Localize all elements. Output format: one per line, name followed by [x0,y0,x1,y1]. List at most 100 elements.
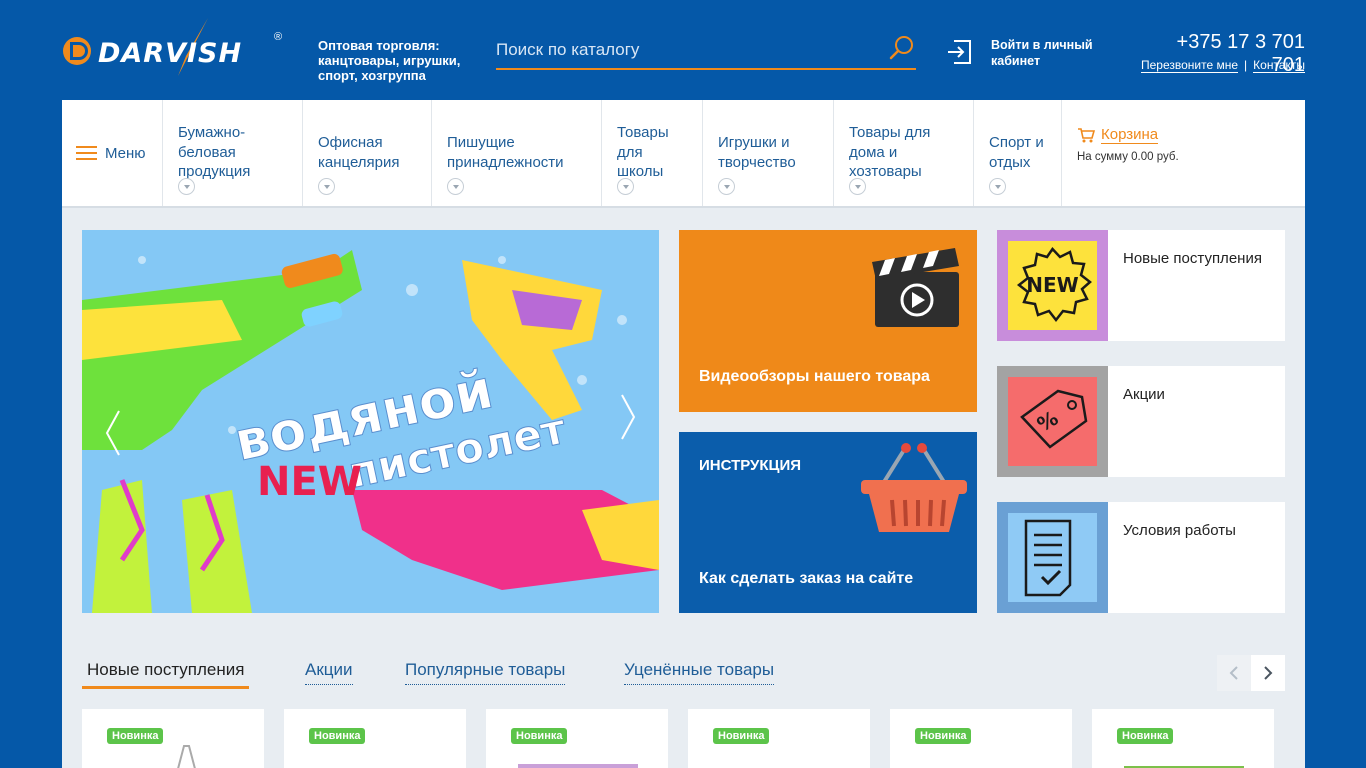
nav-item-label: канцелярия [318,153,400,171]
product-card[interactable]: Новинка [688,709,870,768]
tab-popular[interactable]: Популярные товары [405,660,566,685]
nav-item-office[interactable]: Офисная канцелярия [303,100,432,206]
product-image [1124,766,1244,768]
carousel-next-button[interactable] [1251,655,1285,691]
login-link[interactable]: Войти в личный кабинет [991,37,1101,69]
tab-promotions[interactable]: Акции [305,660,353,685]
chevron-down-icon[interactable] [617,178,634,195]
nav-item-label: продукция [178,163,251,180]
link-separator: | [1244,58,1248,72]
instruction-heading: ИНСТРУКЦИЯ [699,457,802,474]
product-image [518,764,638,768]
new-badge: Новинка [309,728,366,744]
nav-item-label: Бумажно- [178,124,246,141]
video-tile-caption: Видеообзоры нашего товара [699,368,930,385]
new-arrivals-label: Новые поступления [1123,250,1262,267]
product-carousel: Новинка Новинка Новинка Новинка Новинка … [82,709,1305,768]
registered-mark: ® [274,31,283,43]
chevron-down-icon[interactable] [718,178,735,195]
video-reviews-tile[interactable]: Видеообзоры нашего товара [679,230,977,412]
chevron-down-icon[interactable] [178,178,195,195]
cart-link[interactable]: Корзина [1077,126,1305,144]
login-label-line: кабинет [991,54,1041,68]
promotions-tile[interactable]: % Акции [997,366,1285,477]
chevron-down-icon[interactable] [849,178,866,195]
menu-button[interactable]: Меню [62,100,163,206]
tagline-line: Оптовая торговля: [318,38,440,53]
nav-item-label: дома и [849,143,898,161]
hamburger-icon [76,146,97,160]
new-badge-text: NEW [1026,273,1078,297]
nav-item-label: Пишущие [447,134,515,151]
product-image [922,744,1042,768]
chevron-down-icon[interactable] [318,178,335,195]
search-bar [496,30,916,70]
nav-item-label: хозтовары [849,163,922,180]
banner-new-label: NEW [257,459,362,505]
logo-text: DARVISH [98,38,243,69]
new-badge: Новинка [915,728,972,744]
promotions-label: Акции [1123,386,1165,403]
main-panel: Меню Бумажно- беловая продукция Офисная … [62,100,1305,768]
cart-widget: Корзина На сумму 0.00 руб. [1062,100,1305,206]
tab-new-arrivals[interactable]: Новые поступления [82,660,250,689]
tab-discounted[interactable]: Уценённые товары [624,660,775,685]
nav-item-label: Товары для [849,124,931,141]
nav-item-label: Спорт и [989,134,1044,151]
chevron-left-icon [1229,666,1238,680]
site-header: DARVISH ® Оптовая торговля: канцтовары, … [0,0,1366,100]
tagline-line: канцтовары, игрушки, [318,53,461,68]
product-image [177,745,196,768]
contacts-link[interactable]: Контакты [1253,58,1305,73]
instruction-caption: Как сделать заказ на сайте [699,570,914,587]
tagline: Оптовая торговля: канцтовары, игрушки, с… [318,38,488,83]
logo[interactable]: DARVISH ® [60,16,290,78]
chevron-down-icon[interactable] [989,178,1006,195]
new-badge: Новинка [713,728,770,744]
header-links: Перезвоните мне | Контакты [1100,58,1305,73]
nav-item-label: Офисная [318,134,383,151]
chevron-down-icon[interactable] [447,178,464,195]
order-instruction-tile[interactable]: ИНСТРУКЦИЯ Как сделать заказ на сайте [679,432,977,613]
nav-item-writing[interactable]: Пишущие принадлежности [432,100,602,206]
tagline-line: спорт, хозгруппа [318,68,426,83]
product-image [720,744,840,768]
nav-item-label: беловая [178,143,236,161]
search-input[interactable] [496,34,876,66]
cart-label: Корзина [1101,126,1159,144]
nav-item-school[interactable]: Товары для школы [602,100,703,206]
nav-item-label: принадлежности [447,153,564,171]
discount-tag-icon: % [1020,389,1088,449]
product-card[interactable]: Новинка [284,709,466,768]
nav-item-label: отдых [989,153,1031,171]
category-nav: Меню Бумажно- беловая продукция Офисная … [62,100,1305,208]
search-icon [889,36,913,60]
product-card[interactable]: Новинка [890,709,1072,768]
new-arrivals-image: NEW [997,230,1108,341]
nav-item-label: творчество [718,153,796,171]
login-label-line: Войти в личный [991,38,1093,52]
banner-illustration: водяной пистолет NEW [82,250,659,613]
product-tabs: Новые поступления Акции Популярные товар… [82,655,1285,695]
product-card[interactable]: Новинка [82,709,264,768]
nav-item-paper[interactable]: Бумажно- беловая продукция [163,100,303,206]
product-card[interactable]: Новинка [486,709,668,768]
nav-item-toys[interactable]: Игрушки и творчество [703,100,834,206]
new-badge: Новинка [1117,728,1174,744]
login-icon[interactable] [946,37,974,67]
nav-item-sport[interactable]: Спорт и отдых [974,100,1062,206]
carousel-prev-button[interactable] [1217,655,1251,691]
promo-banner[interactable]: водяной пистолет NEW [82,230,659,613]
terms-tile[interactable]: Условия работы [997,502,1285,613]
nav-item-label: для [617,143,643,161]
terms-image [997,502,1108,613]
terms-label: Условия работы [1123,522,1236,539]
search-button[interactable] [888,34,916,62]
callback-link[interactable]: Перезвоните мне [1140,58,1239,73]
product-card[interactable]: Новинка [1092,709,1274,768]
new-badge: Новинка [107,728,164,744]
new-badge: Новинка [511,728,568,744]
new-arrivals-tile[interactable]: NEW Новые поступления [997,230,1285,341]
nav-item-home[interactable]: Товары для дома и хозтовары [834,100,974,206]
promotions-image: % [997,366,1108,477]
